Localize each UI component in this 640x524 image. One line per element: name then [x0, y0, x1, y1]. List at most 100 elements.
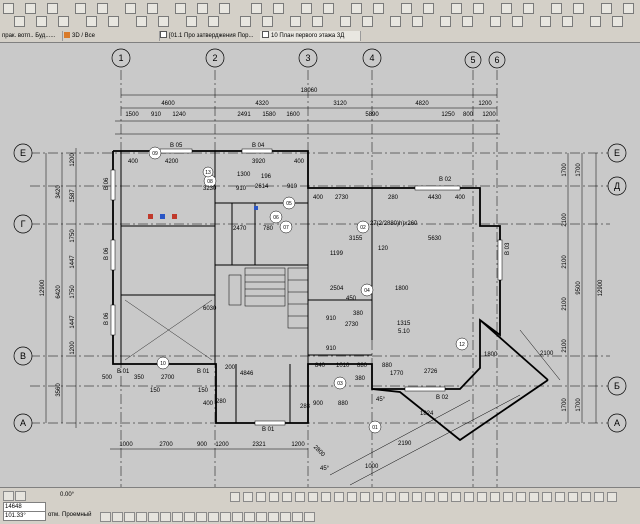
toolbar-button[interactable] — [108, 16, 119, 27]
toolbar-button[interactable] — [136, 16, 147, 27]
scroll-segment[interactable] — [399, 492, 409, 502]
toolbar-button[interactable] — [601, 3, 612, 14]
toolbar-button[interactable] — [440, 16, 451, 27]
view-option-button[interactable] — [172, 512, 183, 522]
toolbar-button[interactable] — [623, 3, 634, 14]
toolbar-button[interactable] — [208, 16, 219, 27]
view-option-button[interactable] — [280, 512, 291, 522]
scroll-segment[interactable] — [529, 492, 539, 502]
toolbar-button[interactable] — [175, 3, 186, 14]
toolbar-button[interactable] — [562, 16, 573, 27]
scroll-segment[interactable] — [282, 492, 292, 502]
toolbar-button[interactable] — [75, 3, 86, 14]
toolbar-button[interactable] — [86, 16, 97, 27]
view-option-button[interactable] — [136, 512, 147, 522]
toolbar-button[interactable] — [312, 16, 323, 27]
tab-project-map[interactable]: прак. вотп.. Буд...... — [0, 31, 63, 41]
toolbar-button[interactable] — [323, 3, 334, 14]
toolbar-button[interactable] — [401, 3, 412, 14]
toolbar-button[interactable] — [47, 3, 58, 14]
toolbar-button[interactable] — [97, 3, 108, 14]
view-option-button[interactable] — [208, 512, 219, 522]
toolbar-button[interactable] — [273, 3, 284, 14]
scroll-segment[interactable] — [438, 492, 448, 502]
toolbar-button[interactable] — [551, 3, 562, 14]
toolbar-button[interactable] — [573, 3, 584, 14]
toolbar-button[interactable] — [462, 16, 473, 27]
toolbar-button[interactable] — [451, 3, 462, 14]
scroll-segment[interactable] — [425, 492, 435, 502]
view-option-button[interactable] — [112, 512, 123, 522]
toolbar-button[interactable] — [147, 3, 158, 14]
view-option-button[interactable] — [292, 512, 303, 522]
toolbar-button[interactable] — [490, 16, 501, 27]
drawing-canvas[interactable]: 1 2 3 4 5 6 Е Г В А Е Д Б А 18060 4600 4… — [0, 43, 640, 487]
scroll-segment[interactable] — [243, 492, 253, 502]
scroll-segment[interactable] — [607, 492, 617, 502]
toolbar-button[interactable] — [158, 16, 169, 27]
toolbar-button[interactable] — [590, 16, 601, 27]
scroll-segment[interactable] — [386, 492, 396, 502]
floor-plan-drawing[interactable]: 1 2 3 4 5 6 Е Г В А Е Д Б А 18060 4600 4… — [0, 43, 640, 487]
toolbar-button[interactable] — [58, 16, 69, 27]
toolbar-button[interactable] — [412, 16, 423, 27]
toolbar-button[interactable] — [351, 3, 362, 14]
toolbar-button[interactable] — [423, 3, 434, 14]
scroll-segment[interactable] — [581, 492, 591, 502]
scroll-segment[interactable] — [542, 492, 552, 502]
toolbar-button[interactable] — [219, 3, 230, 14]
toolbar-button[interactable] — [373, 3, 384, 14]
view-option-button[interactable] — [256, 512, 267, 522]
toolbar-button[interactable] — [262, 16, 273, 27]
tab-floor-plan[interactable]: 10 План первого этажа 3Д — [260, 31, 361, 41]
toolbar-button[interactable] — [125, 3, 136, 14]
toolbar-button[interactable] — [14, 16, 25, 27]
scroll-segment[interactable] — [295, 492, 305, 502]
pan-icon[interactable] — [15, 491, 26, 501]
view-option-button[interactable] — [184, 512, 195, 522]
view-option-button[interactable] — [220, 512, 231, 522]
toolbar-button[interactable] — [540, 16, 551, 27]
scroll-segment[interactable] — [412, 492, 422, 502]
toolbar-button[interactable] — [186, 16, 197, 27]
toolbar-button[interactable] — [362, 16, 373, 27]
scroll-segment[interactable] — [360, 492, 370, 502]
view-option-button[interactable] — [124, 512, 135, 522]
toolbar-button[interactable] — [290, 16, 301, 27]
toolbar-button[interactable] — [36, 16, 47, 27]
scroll-segment[interactable] — [490, 492, 500, 502]
scroll-segment[interactable] — [477, 492, 487, 502]
zoom-icon[interactable] — [3, 491, 14, 501]
view-option-button[interactable] — [100, 512, 111, 522]
scroll-segment[interactable] — [334, 492, 344, 502]
tab-3d[interactable]: 3D / Все — [62, 31, 160, 41]
toolbar-button[interactable] — [501, 3, 512, 14]
scroll-segment[interactable] — [516, 492, 526, 502]
toolbar-button[interactable] — [612, 16, 623, 27]
scroll-segment[interactable] — [451, 492, 461, 502]
scroll-segment[interactable] — [464, 492, 474, 502]
view-option-button[interactable] — [160, 512, 171, 522]
scroll-segment[interactable] — [230, 492, 240, 502]
scroll-segment[interactable] — [568, 492, 578, 502]
scroll-segment[interactable] — [256, 492, 266, 502]
view-option-button[interactable] — [196, 512, 207, 522]
toolbar-button[interactable] — [340, 16, 351, 27]
scroll-segment[interactable] — [269, 492, 279, 502]
toolbar-button[interactable] — [25, 3, 36, 14]
toolbar-button[interactable] — [473, 3, 484, 14]
view-option-button[interactable] — [268, 512, 279, 522]
scroll-segment[interactable] — [503, 492, 513, 502]
toolbar-button[interactable] — [301, 3, 312, 14]
toolbar-button[interactable] — [240, 16, 251, 27]
view-option-button[interactable] — [148, 512, 159, 522]
toolbar-button[interactable] — [523, 3, 534, 14]
tab-approval[interactable]: [01.1 Про затверджения Пор... — [158, 31, 261, 41]
view-option-button[interactable] — [244, 512, 255, 522]
toolbar-button[interactable] — [512, 16, 523, 27]
toolbar-button[interactable] — [197, 3, 208, 14]
scroll-segment[interactable] — [347, 492, 357, 502]
toolbar-button[interactable] — [390, 16, 401, 27]
view-option-button[interactable] — [232, 512, 243, 522]
scroll-segment[interactable] — [373, 492, 383, 502]
